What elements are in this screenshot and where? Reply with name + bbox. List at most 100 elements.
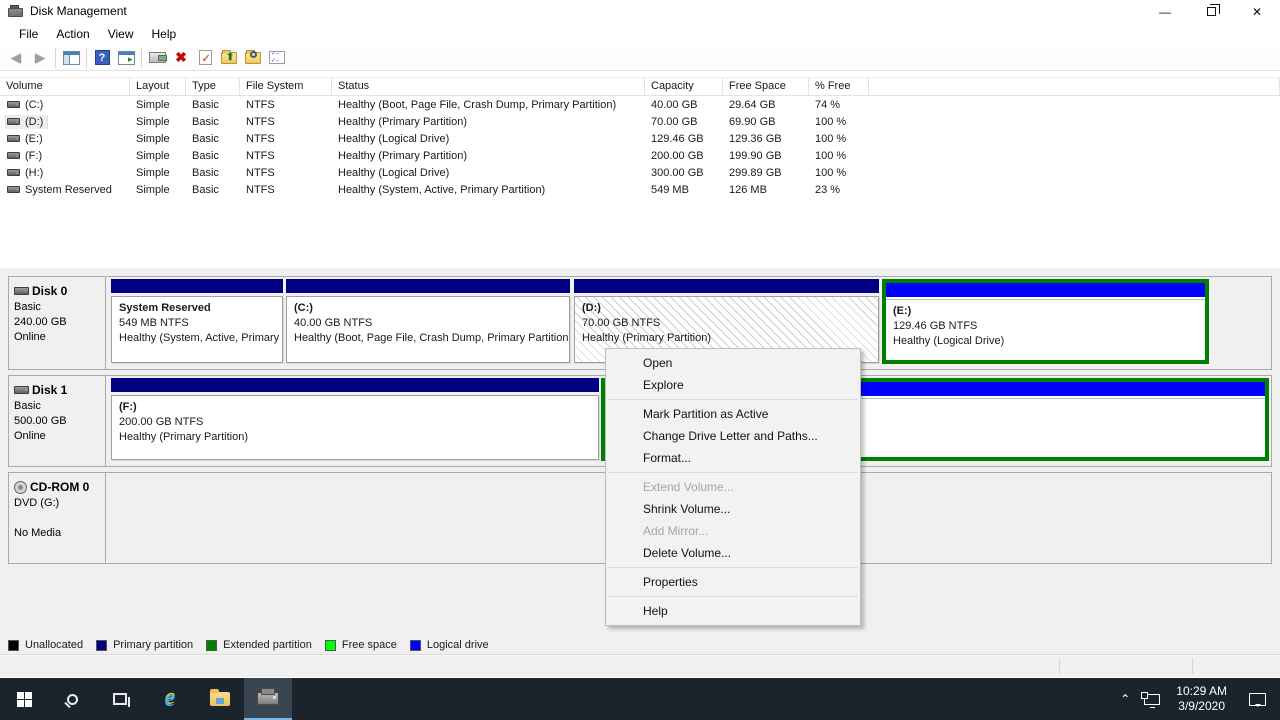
primary-partition-bar (111, 378, 599, 392)
logical-drive-swatch (410, 640, 421, 651)
search-button[interactable] (48, 678, 96, 720)
col-file-system[interactable]: File System (240, 78, 332, 95)
extended-partition-e[interactable]: (E:) 129.46 GB NTFS Healthy (Logical Dri… (882, 279, 1209, 364)
legend-extended-partition: Extended partition (206, 639, 312, 651)
list-view-icon[interactable] (265, 47, 289, 69)
disk-management-taskbar-button[interactable] (244, 678, 292, 720)
back-icon[interactable]: ◀ (4, 47, 28, 69)
col-type[interactable]: Type (186, 78, 240, 95)
menu-action[interactable]: Action (47, 24, 98, 44)
forward-icon[interactable]: ▶ (28, 47, 52, 69)
menu-item-open[interactable]: Open (606, 352, 860, 374)
action-center-icon[interactable] (1249, 693, 1266, 706)
window-title: Disk Management (30, 4, 127, 18)
menu-view[interactable]: View (99, 24, 143, 44)
help-icon[interactable]: ? (90, 47, 114, 69)
menu-bar: File Action View Help (0, 23, 1280, 45)
menu-item-explore[interactable]: Explore (606, 374, 860, 396)
menu-item-delete-volume[interactable]: Delete Volume... (606, 542, 860, 564)
task-view-button[interactable] (96, 678, 144, 720)
disk-0-header[interactable]: Disk 0 Basic 240.00 GB Online (9, 277, 106, 369)
search-icon (67, 694, 78, 705)
menu-item-mark-partition-active[interactable]: Mark Partition as Active (606, 403, 860, 425)
col-volume[interactable]: Volume (0, 78, 130, 95)
folder-up-icon[interactable]: ⬆ (217, 47, 241, 69)
menu-item-shrink-volume[interactable]: Shrink Volume... (606, 498, 860, 520)
menu-item-help[interactable]: Help (606, 600, 860, 622)
col-layout[interactable]: Layout (130, 78, 186, 95)
windows-logo-icon (17, 692, 32, 707)
toolbar-separator (141, 48, 142, 68)
table-row-system-reserved[interactable]: System Reserved Simple Basic NTFS Health… (0, 181, 1280, 198)
legend-free-space: Free space (325, 639, 397, 651)
restore-icon (1207, 7, 1216, 16)
close-button[interactable]: ✕ (1234, 0, 1280, 23)
menu-separator (608, 399, 858, 400)
cdrom-icon (14, 481, 27, 494)
context-menu: Open Explore Mark Partition as Active Ch… (605, 348, 861, 626)
col-pct-free[interactable]: % Free (809, 78, 869, 95)
app-icon (8, 5, 23, 17)
cdrom-0-header[interactable]: CD-ROM 0 DVD (G:) No Media (9, 473, 106, 563)
volume-icon (7, 118, 20, 125)
delete-volume-icon[interactable]: ✖ (169, 47, 193, 69)
legend-logical-drive: Logical drive (410, 639, 489, 651)
logical-drive-bar (886, 283, 1205, 297)
menu-separator (608, 472, 858, 473)
primary-partition-bar (574, 279, 879, 293)
menu-item-properties[interactable]: Properties (606, 571, 860, 593)
disk-icon (14, 386, 29, 394)
status-bar (0, 654, 1280, 677)
unallocated-swatch (8, 640, 19, 651)
menu-help[interactable]: Help (143, 24, 186, 44)
menu-item-add-mirror: Add Mirror... (606, 520, 860, 542)
popup-window-icon[interactable] (145, 47, 169, 69)
partition-c[interactable]: (C:) 40.00 GB NTFS Healthy (Boot, Page F… (286, 279, 570, 363)
system-tray: ⌃ 10:29 AM 3/9/2020 (1120, 678, 1280, 720)
table-row-e[interactable]: (E:) Simple Basic NTFS Healthy (Logical … (0, 130, 1280, 147)
show-console-tree-icon[interactable] (59, 47, 83, 69)
tray-expand-icon[interactable]: ⌃ (1120, 692, 1130, 706)
disk-1-header[interactable]: Disk 1 Basic 500.00 GB Online (9, 376, 106, 466)
extended-partition-swatch (206, 640, 217, 651)
disk-icon (14, 287, 29, 295)
legend-bar: Unallocated Primary partition Extended p… (0, 636, 1280, 654)
file-explorer-icon (210, 692, 230, 706)
toolbar-separator (55, 48, 56, 68)
start-button[interactable] (0, 678, 48, 720)
check-properties-icon[interactable] (193, 47, 217, 69)
table-row-c[interactable]: (C:) Simple Basic NTFS Healthy (Boot, Pa… (0, 96, 1280, 113)
legend-primary-partition: Primary partition (96, 639, 193, 651)
col-capacity[interactable]: Capacity (645, 78, 723, 95)
partition-system-reserved[interactable]: System Reserved 549 MB NTFS Healthy (Sys… (111, 279, 283, 363)
disk-management-icon (257, 692, 279, 705)
primary-partition-swatch (96, 640, 107, 651)
internet-explorer-button[interactable]: e (146, 678, 194, 720)
internet-explorer-icon: e (165, 689, 176, 709)
disk-management-screen: Disk Management — ✕ File Action View Hel… (0, 0, 1280, 720)
menu-file[interactable]: File (10, 24, 47, 44)
table-row-f[interactable]: (F:) Simple Basic NTFS Healthy (Primary … (0, 147, 1280, 164)
menu-separator (608, 567, 858, 568)
col-free-space[interactable]: Free Space (723, 78, 809, 95)
partition-f[interactable]: (F:) 200.00 GB NTFS Healthy (Primary Par… (111, 378, 599, 460)
table-row-d[interactable]: (D:) Simple Basic NTFS Healthy (Primary … (0, 113, 1280, 130)
minimize-button[interactable]: — (1142, 0, 1188, 23)
col-filler (869, 78, 1280, 95)
menu-separator (608, 596, 858, 597)
table-row-h[interactable]: (H:) Simple Basic NTFS Healthy (Logical … (0, 164, 1280, 181)
volume-icon (7, 101, 20, 108)
show-action-pane-icon[interactable] (114, 47, 138, 69)
toolbar-separator (86, 48, 87, 68)
folder-find-icon[interactable] (241, 47, 265, 69)
tray-time: 10:29 AM (1176, 684, 1227, 699)
file-explorer-button[interactable] (196, 678, 244, 720)
tray-clock[interactable]: 10:29 AM 3/9/2020 (1176, 684, 1227, 714)
toolbar: ◀ ▶ ? ✖ ⬆ (0, 45, 1280, 71)
col-status[interactable]: Status (332, 78, 645, 95)
menu-item-change-drive-letter[interactable]: Change Drive Letter and Paths... (606, 425, 860, 447)
restore-button[interactable] (1188, 0, 1234, 23)
volume-icon (7, 186, 20, 193)
menu-item-format[interactable]: Format... (606, 447, 860, 469)
network-icon[interactable] (1144, 694, 1160, 705)
